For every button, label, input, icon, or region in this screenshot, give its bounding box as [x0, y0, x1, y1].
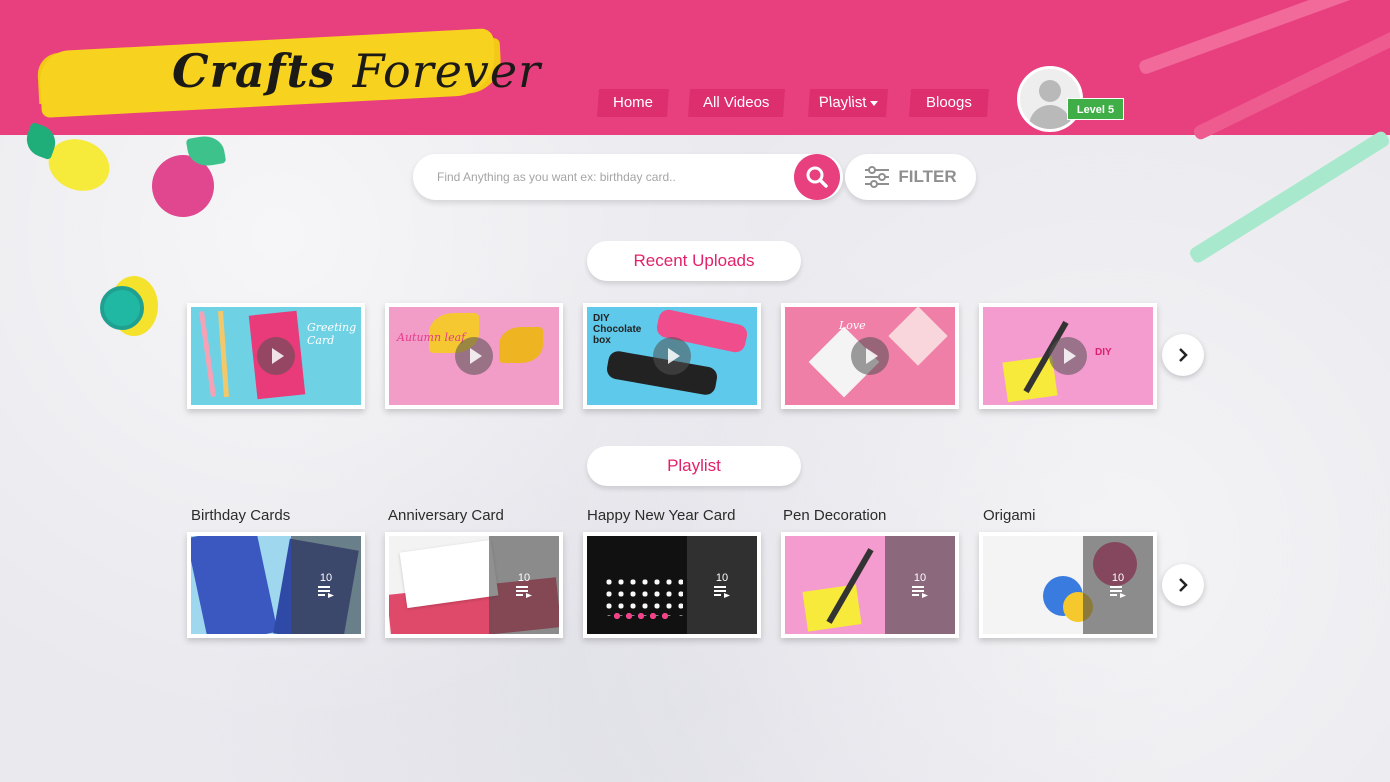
playlist-title: Anniversary Card — [388, 507, 504, 524]
playlist-count-overlay: 10 — [489, 536, 559, 634]
chevron-right-icon — [1179, 578, 1188, 592]
video-card[interactable]: Love — [781, 303, 959, 409]
sliders-icon — [865, 166, 890, 188]
thumb-caption: Greeting Card — [307, 321, 357, 347]
play-icon[interactable] — [455, 337, 493, 375]
playlist-card[interactable]: 10 — [187, 532, 365, 638]
teal-flower-decoration — [100, 286, 144, 330]
playlist-title: Origami — [983, 507, 1036, 524]
chevron-right-icon — [1179, 348, 1188, 362]
play-icon[interactable] — [1049, 337, 1087, 375]
nav-home-label: Home — [612, 94, 653, 111]
logo-text: Crafts Forever — [172, 44, 541, 98]
playlist-count: 10 — [1111, 572, 1125, 584]
thumb-heart-art-2 — [888, 307, 948, 366]
playlist-count-overlay: 10 — [1083, 536, 1153, 634]
thumb-leaf-art-2 — [499, 327, 543, 363]
playlist-icon — [714, 586, 730, 598]
playlist-next-button[interactable] — [1162, 564, 1204, 606]
logo-text-second: Forever — [352, 44, 542, 98]
video-thumbnail: Greeting Card — [191, 307, 361, 405]
search-input[interactable] — [437, 166, 727, 188]
playlist-title: Birthday Cards — [191, 507, 291, 524]
video-thumbnail: DIY Chocolate box — [587, 307, 757, 405]
avatar-head-icon — [1039, 80, 1061, 102]
thumb-sticky-note-art — [802, 584, 862, 632]
video-thumbnail: DIY — [983, 307, 1153, 405]
video-thumbnail: Autumn leaf — [389, 307, 559, 405]
playlist-title: Pen Decoration — [783, 507, 887, 524]
search-bar — [413, 154, 843, 200]
playlist-icon — [318, 586, 334, 598]
thumb-caption: Autumn leaf — [397, 331, 466, 344]
thumb-pencil-art — [199, 311, 216, 397]
playlist-thumbnail: 10 — [191, 536, 361, 634]
playlist-icon — [912, 586, 928, 598]
playlist-count: 10 — [913, 572, 927, 584]
thumb-caption: DIY Chocolate box — [593, 313, 642, 346]
playlist-count-overlay: 10 — [885, 536, 955, 634]
playlist-thumbnail: 10 — [587, 536, 757, 634]
thumb-caption: Love — [839, 319, 866, 332]
chevron-down-icon — [869, 100, 878, 106]
logo[interactable]: Crafts Forever — [38, 28, 540, 118]
thumb-card-art — [191, 536, 278, 634]
search-icon — [806, 166, 828, 188]
thumb-hearts-art-2 — [611, 610, 671, 622]
video-card[interactable]: DIY — [979, 303, 1157, 409]
play-icon[interactable] — [653, 337, 691, 375]
filter-label: FILTER — [898, 167, 957, 186]
playlist-card[interactable]: 10 — [385, 532, 563, 638]
playlist-count: 10 — [517, 572, 531, 584]
level-badge: Level 5 — [1067, 98, 1124, 120]
playlist-count: 10 — [319, 572, 333, 584]
playlist-thumbnail: 10 — [983, 536, 1153, 634]
playlist-card[interactable]: 10 — [583, 532, 761, 638]
playlist-card[interactable]: 10 — [781, 532, 959, 638]
header-bar: Crafts Forever Home All Videos Playlist … — [0, 0, 1390, 142]
playlist-icon — [516, 586, 532, 598]
nav-all-videos[interactable]: All Videos — [688, 89, 785, 117]
thumb-pencil-art-2 — [218, 310, 229, 398]
video-card[interactable]: DIY Chocolate box — [583, 303, 761, 409]
thumb-caption: DIY — [1095, 347, 1112, 358]
playlist-thumbnail: 10 — [389, 536, 559, 634]
search-button[interactable] — [794, 154, 840, 200]
video-card[interactable]: Greeting Card — [187, 303, 365, 409]
recent-next-button[interactable] — [1162, 334, 1204, 376]
playlist-icon — [1110, 586, 1126, 598]
playlist-count: 10 — [715, 572, 729, 584]
playlist-heading: Playlist — [587, 446, 801, 486]
mint-pen-decoration — [1187, 129, 1390, 265]
playlist-thumbnail: 10 — [785, 536, 955, 634]
nav-playlist[interactable]: Playlist — [808, 89, 888, 117]
play-icon[interactable] — [257, 337, 295, 375]
recent-uploads-heading: Recent Uploads — [587, 241, 801, 281]
nav-playlist-label: Playlist — [818, 94, 867, 111]
play-icon[interactable] — [851, 337, 889, 375]
video-thumbnail: Love — [785, 307, 955, 405]
nav-all-videos-label: All Videos — [703, 94, 770, 111]
avatar-body-icon — [1029, 105, 1071, 129]
nav-bloogs-label: Bloogs — [926, 94, 972, 111]
playlist-count-overlay: 10 — [687, 536, 757, 634]
playlist-card[interactable]: 10 — [979, 532, 1157, 638]
nav-home[interactable]: Home — [597, 89, 669, 117]
video-card[interactable]: Autumn leaf — [385, 303, 563, 409]
playlist-title: Happy New Year Card — [587, 507, 736, 524]
playlist-count-overlay: 10 — [291, 536, 361, 634]
logo-text-first: Crafts — [172, 44, 336, 98]
nav-bloogs[interactable]: Bloogs — [909, 89, 989, 117]
filter-button[interactable]: FILTER — [845, 154, 976, 200]
